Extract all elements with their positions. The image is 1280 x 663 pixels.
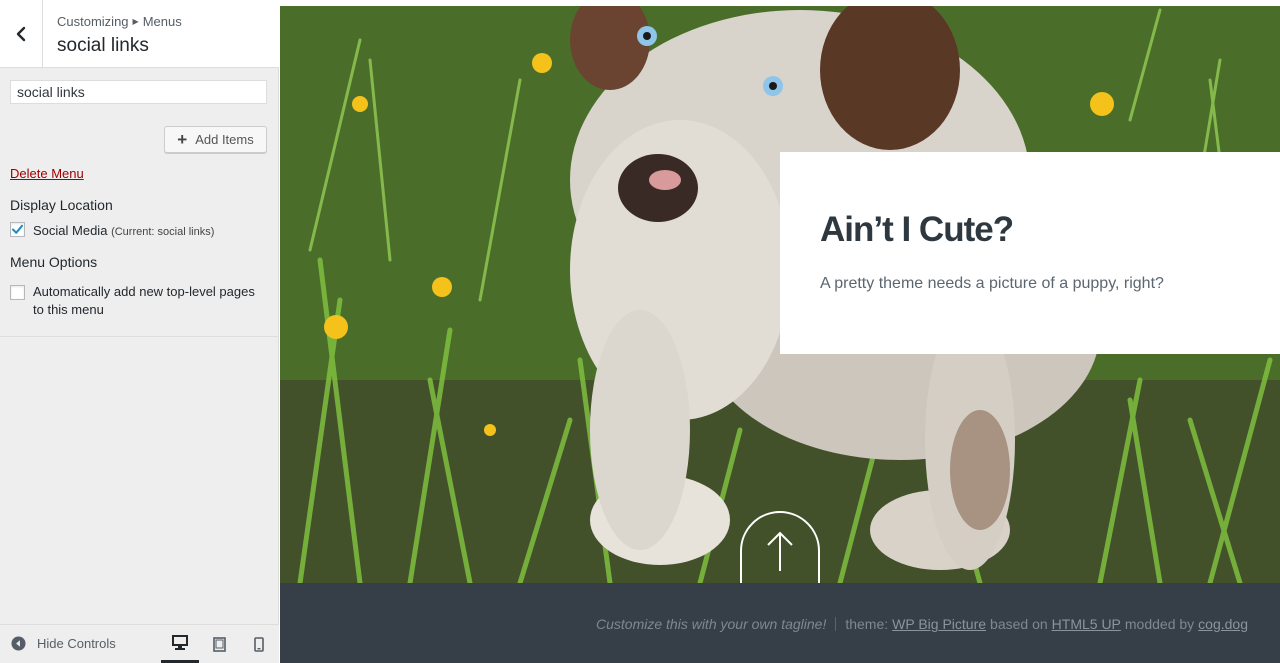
plus-icon: + bbox=[177, 130, 188, 149]
tablet-preview-button[interactable] bbox=[200, 625, 238, 663]
breadcrumb-current: Menus bbox=[142, 14, 182, 29]
hero-text-card: Ain’t I Cute? A pretty theme needs a pic… bbox=[780, 152, 1280, 354]
caret-right-icon: ▶ bbox=[132, 17, 139, 26]
hide-controls-label: Hide Controls bbox=[37, 636, 116, 651]
social-media-location-option[interactable]: Social Media (Current: social links) bbox=[10, 222, 214, 241]
social-media-label: Social Media (Current: social links) bbox=[33, 222, 214, 241]
sidebar-header: Customizing ▶ Menus social links bbox=[0, 0, 279, 68]
footer-separator bbox=[835, 617, 837, 631]
tablet-icon bbox=[212, 636, 226, 652]
menu-name-input[interactable] bbox=[10, 80, 267, 104]
site-footer: Customize this with your own tagline! th… bbox=[280, 583, 1280, 663]
desktop-icon bbox=[172, 635, 188, 650]
hero-image: Ain’t I Cute? A pretty theme needs a pic… bbox=[280, 0, 1280, 583]
footer-based-on: based on bbox=[990, 616, 1048, 632]
chevron-left-icon bbox=[16, 26, 26, 41]
sidebar-footer: Hide Controls bbox=[0, 624, 279, 663]
add-items-label: Add Items bbox=[195, 132, 254, 147]
display-location-heading: Display Location bbox=[10, 197, 113, 213]
breadcrumb-parent: Customizing bbox=[57, 14, 129, 29]
scroll-down-arrow-icon[interactable] bbox=[740, 511, 820, 583]
mobile-icon bbox=[254, 636, 264, 652]
footer-credits: Customize this with your own tagline! th… bbox=[596, 616, 1248, 632]
hero-subtitle: A pretty theme needs a picture of a pupp… bbox=[820, 275, 1164, 292]
mobile-preview-button[interactable] bbox=[240, 625, 278, 663]
theme-link[interactable]: WP Big Picture bbox=[892, 616, 986, 632]
divider bbox=[0, 336, 279, 337]
footer-tagline: Customize this with your own tagline! bbox=[596, 616, 827, 632]
location-name: Social Media bbox=[33, 223, 108, 238]
auto-add-label: Automatically add new top-level pages to… bbox=[33, 284, 255, 317]
hero-title: Ain’t I Cute? bbox=[820, 210, 1014, 249]
desktop-preview-button[interactable] bbox=[161, 625, 199, 663]
menu-options-heading: Menu Options bbox=[10, 254, 98, 270]
collapse-arrow-icon bbox=[11, 636, 26, 651]
footer-modded-by: modded by bbox=[1124, 616, 1195, 632]
back-button[interactable] bbox=[0, 0, 43, 67]
site-preview: Ain’t I Cute? A pretty theme needs a pic… bbox=[280, 0, 1280, 663]
auto-add-checkbox[interactable] bbox=[10, 285, 25, 300]
customizer-sidebar: Customizing ▶ Menus social links + Add I… bbox=[0, 0, 279, 663]
checkmark-icon bbox=[12, 224, 23, 234]
breadcrumb: Customizing ▶ Menus bbox=[57, 14, 182, 29]
add-items-button[interactable]: + Add Items bbox=[164, 126, 267, 153]
panel-title: social links bbox=[57, 35, 149, 56]
html5up-link[interactable]: HTML5 UP bbox=[1052, 616, 1121, 632]
location-current-note: (Current: social links) bbox=[111, 226, 215, 238]
preview-top-bar bbox=[280, 0, 1280, 6]
delete-menu-link[interactable]: Delete Menu bbox=[10, 166, 84, 181]
auto-add-pages-option[interactable]: Automatically add new top-level pages to… bbox=[10, 283, 268, 319]
hide-controls-button[interactable]: Hide Controls bbox=[11, 636, 116, 651]
social-media-checkbox[interactable] bbox=[10, 222, 25, 237]
footer-theme-prefix: theme: bbox=[845, 616, 889, 632]
author-link[interactable]: cog.dog bbox=[1198, 616, 1248, 632]
